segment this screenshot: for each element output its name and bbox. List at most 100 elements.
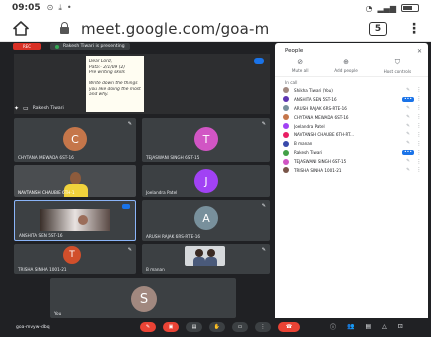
chat-icon[interactable]: ▤ bbox=[366, 323, 372, 330]
more-icon[interactable]: ⋮ bbox=[414, 132, 424, 138]
avatar bbox=[283, 123, 289, 129]
status-system-icons: ◔ ▂▄▆ bbox=[366, 3, 419, 13]
self-tile[interactable]: S You bbox=[50, 278, 236, 318]
info-icon[interactable]: ⓘ bbox=[330, 322, 336, 331]
call-controls: ✎ ▣ ▤ ✋ ▭ ⋮ ☎ bbox=[140, 322, 300, 332]
participant-tile[interactable]: ✎ B manan bbox=[142, 244, 270, 274]
mute-all-button[interactable]: ⊘ Mute all bbox=[292, 58, 309, 76]
host-controls-button[interactable]: ⛉ Host controls bbox=[384, 58, 412, 76]
person-name: TRISHA SINHA 1001-21 bbox=[294, 167, 342, 173]
participant-tile-active[interactable]: ANSHITA SEN 5ST-16 bbox=[14, 200, 136, 241]
status-notification-icons: ⊙ ⤓ • bbox=[47, 3, 72, 13]
raise-hand-button[interactable]: ✋ bbox=[209, 322, 225, 332]
more-icon[interactable]: ⋮ bbox=[414, 159, 424, 165]
participant-tile[interactable]: NAVTANSH CHAUBIE 6TH-1 bbox=[14, 165, 136, 197]
present-button[interactable]: ▭ bbox=[232, 322, 248, 332]
camera-toggle-button[interactable]: ▣ bbox=[163, 322, 179, 332]
mic-off-icon: ✎ bbox=[406, 159, 410, 165]
presenter-name: Rakesh Tiwari bbox=[32, 105, 64, 111]
presenting-text: Rakesh Tiwari is presenting bbox=[63, 44, 125, 49]
participant-name: You bbox=[54, 311, 62, 316]
presenting-dot bbox=[55, 44, 59, 49]
mic-off-icon: ⊘ bbox=[297, 58, 304, 66]
participant-name: TEJASWANI SINGH 6ST-15 bbox=[146, 155, 200, 160]
mic-toggle-button[interactable]: ✎ bbox=[140, 322, 156, 332]
people-panel-title: People bbox=[285, 48, 304, 54]
participant-video bbox=[40, 209, 110, 231]
participant-tile[interactable]: T ✎ TRISHA SINHA 1001-21 bbox=[14, 244, 136, 274]
more-icon[interactable]: ⋮ bbox=[414, 141, 424, 147]
mic-off-icon: ✎ bbox=[406, 132, 410, 138]
avatar: J bbox=[194, 169, 218, 193]
people-list: Shikha Tiwari (You) ✎ ⋮ ANSHITA SEN 5ST-… bbox=[275, 86, 428, 175]
avatar bbox=[283, 131, 289, 138]
participant-tile[interactable]: J Joelandra Patel bbox=[142, 165, 270, 197]
participant-name: ANSHITA SEN 5ST-16 bbox=[19, 233, 63, 238]
participant-name: Joelandra Patel bbox=[146, 190, 178, 195]
captions-button[interactable]: ▤ bbox=[186, 322, 202, 332]
avatar bbox=[283, 96, 289, 103]
add-people-button[interactable]: ⊕ Add people bbox=[334, 58, 358, 76]
list-item[interactable]: ANSHITA SEN 5ST-16 ••• ⋮ bbox=[283, 95, 424, 104]
participant-tile[interactable]: C ✎ CHYTANA MEWADA 6ST-16 bbox=[14, 118, 136, 162]
list-item[interactable]: Rakesh Tiwari ••• ⋮ bbox=[283, 148, 424, 157]
mic-off-icon: ✎ bbox=[406, 167, 410, 173]
close-icon[interactable]: ✕ bbox=[417, 48, 422, 55]
people-icon[interactable]: 👥 bbox=[347, 323, 354, 330]
download-icon: ⤓ bbox=[58, 3, 62, 12]
more-icon[interactable]: ⋮ bbox=[414, 114, 424, 120]
avatar bbox=[283, 87, 289, 94]
person-name: CHYTANA MEWADA 6ST-16 bbox=[294, 114, 349, 120]
person-add-icon: ⊕ bbox=[343, 58, 349, 66]
list-item[interactable]: Shikha Tiwari (You) ✎ ⋮ bbox=[283, 86, 424, 95]
person-name: Rakesh Tiwari bbox=[294, 150, 323, 156]
url-text: meet.google.com/goa-m bbox=[81, 19, 270, 38]
mic-off-icon: ✎ bbox=[261, 203, 266, 209]
participant-name: CHYTANA MEWADA 6ST-16 bbox=[18, 155, 74, 160]
more-icon[interactable]: ⋮ bbox=[414, 167, 424, 173]
avatar bbox=[283, 158, 289, 165]
list-item[interactable]: TEJASWANI SINGH 6ST-15 ✎ ⋮ bbox=[283, 157, 424, 166]
participant-name: NAVTANSH CHAUBIE 6TH-1 bbox=[18, 190, 75, 195]
list-item[interactable]: ARUSH RAJAK 6RS-RTE-16 ✎ ⋮ bbox=[283, 104, 424, 113]
person-name: Joelandra Patel bbox=[294, 123, 325, 129]
browser-menu-icon[interactable]: ⋮ bbox=[407, 21, 421, 37]
more-icon[interactable]: ⋮ bbox=[414, 123, 424, 129]
add-people-label: Add people bbox=[334, 68, 358, 73]
avatar: C bbox=[63, 127, 87, 151]
meeting-controls-bar: goa-mvyw-dbq ✎ ▣ ▤ ✋ ▭ ⋮ ☎ ⓘ 👥 ▤ △ ⊡ bbox=[0, 318, 431, 337]
activities-icon[interactable]: △ bbox=[382, 323, 387, 330]
mic-off-icon: ✎ bbox=[406, 114, 410, 120]
list-item[interactable]: Joelandra Patel ✎ ⋮ bbox=[283, 122, 424, 131]
list-item[interactable]: B manan ✎ ⋮ bbox=[283, 139, 424, 148]
avatar bbox=[283, 149, 289, 156]
more-icon[interactable]: ⋮ bbox=[414, 87, 424, 93]
more-options-button[interactable]: ⋮ bbox=[255, 322, 271, 332]
slide-line: and why. bbox=[89, 92, 109, 97]
dot-icon: • bbox=[66, 3, 72, 12]
meeting-code[interactable]: goa-mvyw-dbq bbox=[16, 325, 50, 330]
list-item[interactable]: CHYTANA MEWADA 6ST-16 ✎ ⋮ bbox=[283, 113, 424, 122]
home-icon bbox=[13, 21, 29, 36]
pin-icon[interactable]: ✦ bbox=[14, 105, 19, 112]
avatar: T bbox=[194, 127, 218, 151]
status-bar: 09:05 ⊙ ⤓ • ◔ ▂▄▆ bbox=[0, 0, 431, 16]
host-controls-label: Host controls bbox=[383, 69, 412, 74]
list-item[interactable]: NAVTANSH CHAUBE 6TH-RT... ✎ ⋮ bbox=[283, 130, 424, 139]
person-name: NAVTANSH CHAUBE 6TH-RT... bbox=[294, 132, 354, 138]
avatar: T bbox=[63, 246, 81, 264]
status-time: 09:05 bbox=[12, 3, 41, 13]
lock-icon[interactable]: ⊡ bbox=[398, 323, 403, 330]
more-icon[interactable]: ⋮ bbox=[414, 105, 424, 111]
home-button[interactable] bbox=[10, 18, 32, 40]
more-icon[interactable]: ⋮ bbox=[414, 150, 424, 156]
list-item[interactable]: TRISHA SINHA 1001-21 ✎ ⋮ bbox=[283, 166, 424, 175]
address-bar[interactable]: meet.google.com/goa-m bbox=[60, 20, 270, 38]
participant-tile[interactable]: A ✎ ARUSH RAJAK 6RS-RTE-16 bbox=[142, 200, 270, 241]
tab-switcher-button[interactable]: 5 bbox=[369, 21, 387, 36]
avatar: S bbox=[131, 286, 157, 312]
signal-icon: ▂▄▆ bbox=[377, 3, 396, 13]
participant-tile[interactable]: T ✎ TEJASWANI SINGH 6ST-15 bbox=[142, 118, 270, 162]
more-icon[interactable]: ⋮ bbox=[414, 96, 424, 102]
end-call-button[interactable]: ☎ bbox=[278, 322, 300, 332]
